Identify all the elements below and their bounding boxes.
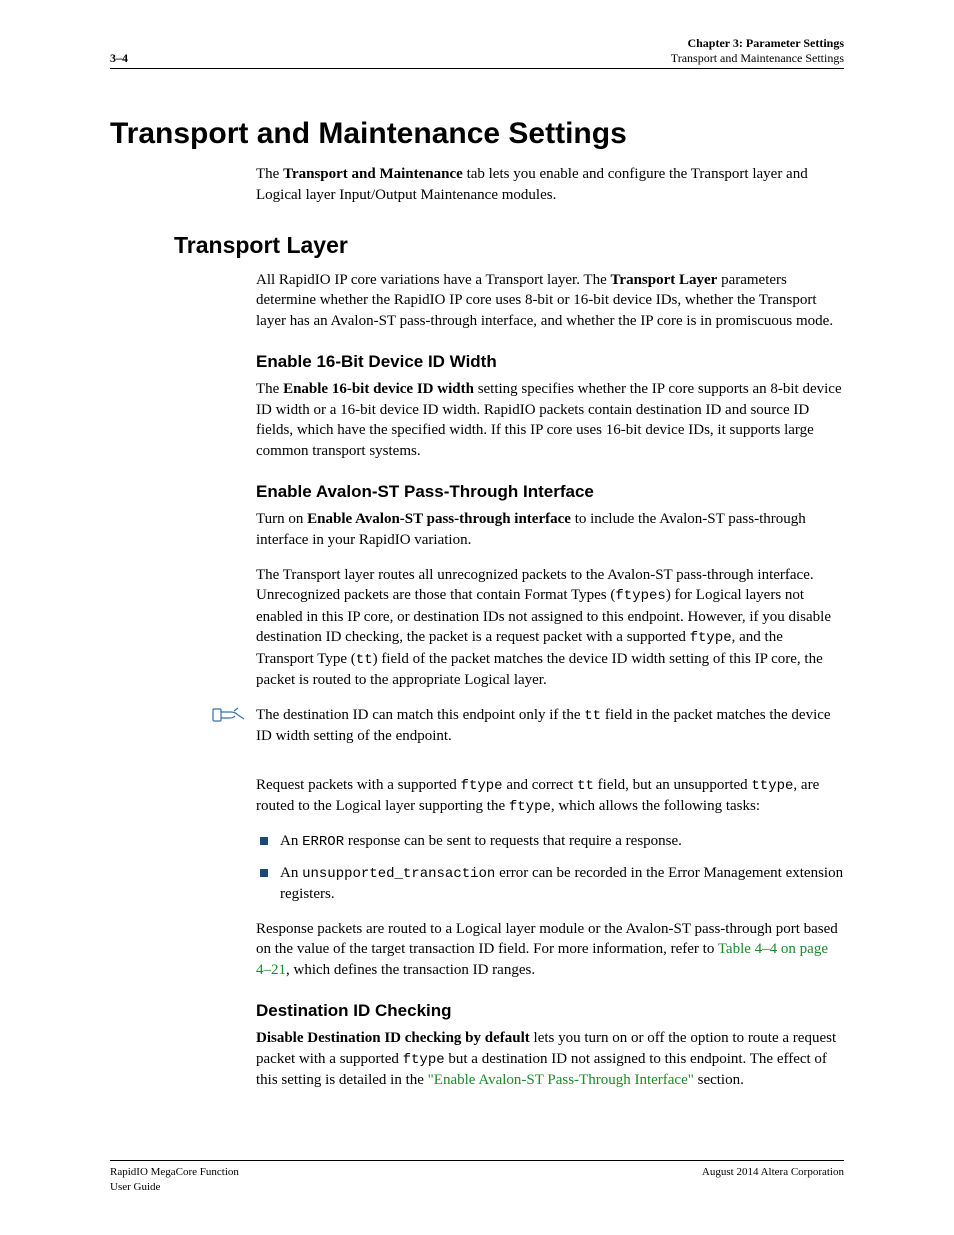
bold-text: Disable Destination ID checking by defau… (256, 1030, 530, 1046)
text: field, but an unsupported (594, 777, 751, 793)
code-text: ftype (461, 778, 503, 794)
heading-3-destination-id: Destination ID Checking (256, 999, 844, 1022)
request-paragraph: Request packets with a supported ftype a… (256, 775, 844, 818)
heading-2-transport-layer: Transport Layer (174, 230, 844, 262)
bold-text: Transport and Maintenance (283, 166, 463, 182)
intro-block: The Transport and Maintenance tab lets y… (256, 164, 844, 205)
page: 3–4 Chapter 3: Parameter Settings Transp… (0, 0, 954, 1235)
bold-text: Enable 16-bit device ID width (283, 381, 474, 397)
footer-guide: User Guide (110, 1180, 239, 1195)
bold-text: Transport Layer (611, 272, 718, 288)
intro-paragraph: The Transport and Maintenance tab lets y… (256, 164, 844, 205)
note-paragraph: The destination ID can match this endpoi… (256, 705, 844, 747)
bullet-list: An ERROR response can be sent to request… (256, 831, 844, 904)
text: , which defines the transaction ID range… (286, 962, 535, 978)
request-block: Request packets with a supported ftype a… (256, 775, 844, 981)
code-text: ftype (509, 799, 551, 815)
list-item: An unsupported_transaction error can be … (256, 863, 844, 905)
page-header: 3–4 Chapter 3: Parameter Settings Transp… (110, 36, 844, 69)
code-text: ftype (690, 630, 732, 646)
code-text: tt (584, 708, 601, 724)
code-text: tt (356, 652, 373, 668)
enable16-block: The Enable 16-bit device ID width settin… (256, 379, 844, 462)
page-footer: RapidIO MegaCore Function User Guide Aug… (110, 1160, 844, 1195)
text: An (280, 865, 302, 881)
text: Turn on (256, 511, 307, 527)
code-text: ftype (403, 1052, 445, 1068)
footer-right: August 2014 Altera Corporation (702, 1165, 844, 1195)
code-text: ftypes (615, 588, 665, 604)
text: , which allows the following tasks: (551, 798, 760, 814)
heading-3-enable-16bit: Enable 16-Bit Device ID Width (256, 350, 844, 373)
code-text: ERROR (302, 834, 344, 850)
transport-block: All RapidIO IP core variations have a Tr… (256, 270, 844, 332)
response-paragraph: Response packets are routed to a Logical… (256, 919, 844, 981)
code-text: ttype (751, 778, 793, 794)
text: The (256, 381, 283, 397)
note-text: The destination ID can match this endpoi… (256, 705, 844, 761)
avalon-paragraph-2: The Transport layer routes all unrecogni… (256, 565, 844, 691)
destination-block: Disable Destination ID checking by defau… (256, 1028, 844, 1091)
header-chapter: Chapter 3: Parameter Settings (671, 36, 844, 51)
note: The destination ID can match this endpoi… (110, 705, 844, 761)
text: The (256, 166, 283, 182)
page-number: 3–4 (110, 51, 128, 66)
code-text: tt (577, 778, 594, 794)
footer-left: RapidIO MegaCore Function User Guide (110, 1165, 239, 1195)
transport-paragraph: All RapidIO IP core variations have a Tr… (256, 270, 844, 332)
text: response can be sent to requests that re… (344, 833, 682, 849)
text: section. (694, 1072, 744, 1088)
text: and correct (503, 777, 578, 793)
bold-text: Enable Avalon-ST pass-through interface (307, 511, 571, 527)
list-item: An ERROR response can be sent to request… (256, 831, 844, 852)
section-link[interactable]: "Enable Avalon-ST Pass-Through Interface… (428, 1072, 694, 1088)
text: Request packets with a supported (256, 777, 461, 793)
avalon-paragraph-1: Turn on Enable Avalon-ST pass-through in… (256, 509, 844, 550)
heading-1: Transport and Maintenance Settings (110, 113, 844, 154)
text: The destination ID can match this endpoi… (256, 707, 584, 723)
destination-paragraph: Disable Destination ID checking by defau… (256, 1028, 844, 1091)
header-section: Transport and Maintenance Settings (671, 51, 844, 66)
enable16-paragraph: The Enable 16-bit device ID width settin… (256, 379, 844, 462)
heading-3-avalon: Enable Avalon-ST Pass-Through Interface (256, 480, 844, 503)
code-text: unsupported_transaction (302, 866, 495, 882)
avalon-block: Turn on Enable Avalon-ST pass-through in… (256, 509, 844, 690)
header-right: Chapter 3: Parameter Settings Transport … (671, 36, 844, 66)
text: An (280, 833, 302, 849)
hand-pointer-icon (110, 705, 256, 725)
footer-product: RapidIO MegaCore Function (110, 1165, 239, 1180)
text: All RapidIO IP core variations have a Tr… (256, 272, 611, 288)
